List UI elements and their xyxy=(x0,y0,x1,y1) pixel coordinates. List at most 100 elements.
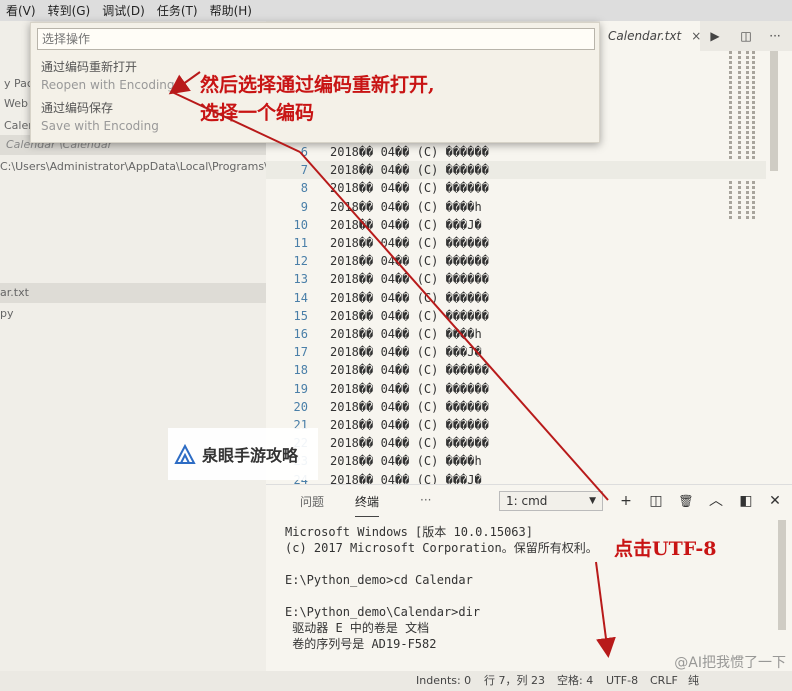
sidebar-item[interactable]: py xyxy=(0,304,14,324)
line-text: 2018�� 04�� (C) ������ xyxy=(330,290,489,305)
sidebar-item[interactable]: ar.txt xyxy=(0,283,266,303)
tab-problems[interactable]: 问题 xyxy=(300,493,324,510)
maximize-panel-icon[interactable]: ︿ xyxy=(706,491,726,511)
line-text: 2018�� 04�� (C) ������ xyxy=(330,399,489,414)
new-terminal-icon[interactable]: + xyxy=(616,491,636,511)
line-number: 18 xyxy=(293,363,308,378)
trash-icon[interactable]: 🗑 xyxy=(676,491,696,511)
line-text: 2018�� 04�� (C) ���J� xyxy=(330,345,482,360)
line-text: 2018�� 04�� (C) ������ xyxy=(330,163,489,178)
line-text: 2018�� 04�� (C) ����h xyxy=(330,199,482,214)
split-terminal-icon[interactable]: ◫ xyxy=(646,491,666,511)
close-panel-icon[interactable]: ✕ xyxy=(765,491,785,511)
editor-line[interactable]: 15 2018�� 04�� (C) ������ xyxy=(266,307,766,325)
line-number: 15 xyxy=(293,308,308,323)
terminal-select[interactable]: 1: cmd ▼ xyxy=(499,491,603,511)
menu-goto[interactable]: 转到(G) xyxy=(42,2,97,19)
line-text: 2018�� 04�� (C) ������ xyxy=(330,308,489,323)
editor-line[interactable]: 19 2018�� 04�� (C) ������ xyxy=(266,380,766,398)
line-number: 11 xyxy=(293,236,308,250)
editor-line[interactable]: 7 2018�� 04�� (C) ������ xyxy=(266,161,766,180)
editor-line[interactable]: 14 2018�� 04�� (C) ������ xyxy=(266,289,766,307)
terminal-line: 驱动器 E 中的卷是 文档 xyxy=(285,621,430,635)
line-number: 17 xyxy=(293,345,308,360)
panel-layout-icon[interactable]: ◧ xyxy=(736,491,756,511)
sidebar-item[interactable]: Web xyxy=(4,94,28,114)
line-number: 10 xyxy=(293,217,308,232)
editor-line[interactable]: 8 2018�� 04�� (C) ������ xyxy=(266,179,766,197)
status-bar: Indents: 0 行 7，列 23 空格: 4 UTF-8 CRLF 纯 xyxy=(0,671,792,691)
editor-line[interactable]: 222018�� 04�� (C) ������ xyxy=(266,434,766,452)
editor-line[interactable]: 9 2018�� 04�� (C) ����h xyxy=(266,198,766,216)
menu-tasks[interactable]: 任务(T) xyxy=(151,2,204,19)
status-cursor-position[interactable]: 行 7，列 23 xyxy=(484,671,545,691)
chevron-down-icon: ▼ xyxy=(589,496,596,506)
line-number: 6 xyxy=(300,145,308,159)
line-text: 2018�� 04�� (C) ������ xyxy=(330,436,489,451)
tab-calendar-txt[interactable]: Calendar.txt × xyxy=(600,21,701,51)
logo-icon xyxy=(174,443,196,464)
terminal-line: E:\Python_demo>cd Calendar xyxy=(285,573,473,587)
sidebar-item[interactable]: y Pac xyxy=(4,74,33,94)
line-number: 12 xyxy=(293,254,308,269)
watermark: 泉眼手游攻略 xyxy=(168,428,318,480)
terminal-line: E:\Python_demo\Calendar>dir xyxy=(285,605,481,619)
editor-line[interactable]: 10 2018�� 04�� (C) ���J� xyxy=(266,216,766,234)
line-text: 2018�� 04�� (C) ������ xyxy=(330,272,489,287)
terminal-line: Microsoft Windows [版本 10.0.15063] xyxy=(285,525,533,539)
option-save-encoding-cn[interactable]: 通过编码保存 xyxy=(41,99,113,116)
tab-label: Calendar.txt xyxy=(608,29,682,43)
editor-line[interactable]: 16 2018�� 04�� (C) ����h xyxy=(266,325,766,343)
terminal-scrollbar[interactable] xyxy=(778,520,786,630)
line-text: 2018�� 04�� (C) ����h xyxy=(330,454,482,469)
menu-bar: 看(V) 转到(G) 调试(D) 任务(T) 帮助(H) xyxy=(0,0,792,21)
line-text: 2018�� 04�� (C) ������ xyxy=(330,236,489,250)
editor-line[interactable]: 232018�� 04�� (C) ����h xyxy=(266,452,766,470)
sidebar-item[interactable]: Caler xyxy=(4,116,33,136)
editor-scrollbar[interactable] xyxy=(770,51,778,171)
credit-watermark: @AI把我惯了一下 xyxy=(674,655,786,671)
line-text: 2018�� 04�� (C) ���J� xyxy=(330,217,482,232)
editor-line[interactable]: 17 2018�� 04�� (C) ���J� xyxy=(266,343,766,361)
status-language[interactable]: 纯 xyxy=(688,671,699,691)
line-text: 2018�� 04�� (C) ������ xyxy=(330,418,489,432)
option-save-encoding-en[interactable]: Save with Encoding xyxy=(41,119,159,133)
line-number: 16 xyxy=(293,327,308,341)
editor-line[interactable]: 13 2018�� 04�� (C) ������ xyxy=(266,270,766,288)
status-encoding[interactable]: UTF-8 xyxy=(606,671,638,691)
close-icon[interactable]: × xyxy=(691,29,701,43)
annotation-bottom: 点击UTF-8 xyxy=(614,538,717,560)
panel-more-icon[interactable]: ··· xyxy=(420,493,431,507)
status-indents[interactable]: Indents: 0 xyxy=(416,671,471,691)
status-eol[interactable]: CRLF xyxy=(650,671,678,691)
line-number: 13 xyxy=(293,272,308,287)
line-text: 2018�� 04�� (C) ������ xyxy=(330,145,489,159)
split-editor-icon[interactable]: ◫ xyxy=(734,21,758,51)
line-text: 2018�� 04�� (C) ������ xyxy=(330,181,489,196)
more-icon[interactable]: ··· xyxy=(763,21,787,51)
command-input[interactable] xyxy=(37,28,595,50)
tab-terminal[interactable]: 终端 xyxy=(355,493,380,517)
editor-line[interactable]: 12 2018�� 04�� (C) ������ xyxy=(266,252,766,270)
status-spaces[interactable]: 空格: 4 xyxy=(557,671,593,691)
terminal-line: (c) 2017 Microsoft Corporation。保留所有权利。 xyxy=(285,541,598,555)
line-number: 14 xyxy=(293,290,308,305)
line-text: 2018�� 04�� (C) ������ xyxy=(330,381,489,396)
menu-view[interactable]: 看(V) xyxy=(0,2,42,19)
option-reopen-encoding-cn[interactable]: 通过编码重新打开 xyxy=(41,58,137,75)
editor-line[interactable]: 18 2018�� 04�� (C) ������ xyxy=(266,361,766,379)
line-text: 2018�� 04�� (C) ������ xyxy=(330,254,489,269)
option-reopen-encoding-en[interactable]: Reopen with Encoding xyxy=(41,78,175,92)
annotation-top-line1: 然后选择通过编码重新打开, xyxy=(200,74,435,96)
editor-line[interactable]: 21 2018�� 04�� (C) ������ xyxy=(266,416,766,434)
menu-debug[interactable]: 调试(D) xyxy=(96,2,151,19)
line-text: 2018�� 04�� (C) ������ xyxy=(330,363,489,378)
editor-line[interactable]: 6 2018�� 04�� (C) ������ xyxy=(266,143,766,161)
editor-line[interactable]: 20 2018�� 04�� (C) ������ xyxy=(266,398,766,416)
menu-help[interactable]: 帮助(H) xyxy=(204,2,258,19)
line-number: 8 xyxy=(300,181,308,196)
terminal-select-value: 1: cmd xyxy=(506,494,548,508)
run-icon[interactable]: ▶ xyxy=(703,21,727,51)
editor-line[interactable]: 11 2018�� 04�� (C) ������ xyxy=(266,234,766,252)
line-number: 20 xyxy=(293,399,308,414)
